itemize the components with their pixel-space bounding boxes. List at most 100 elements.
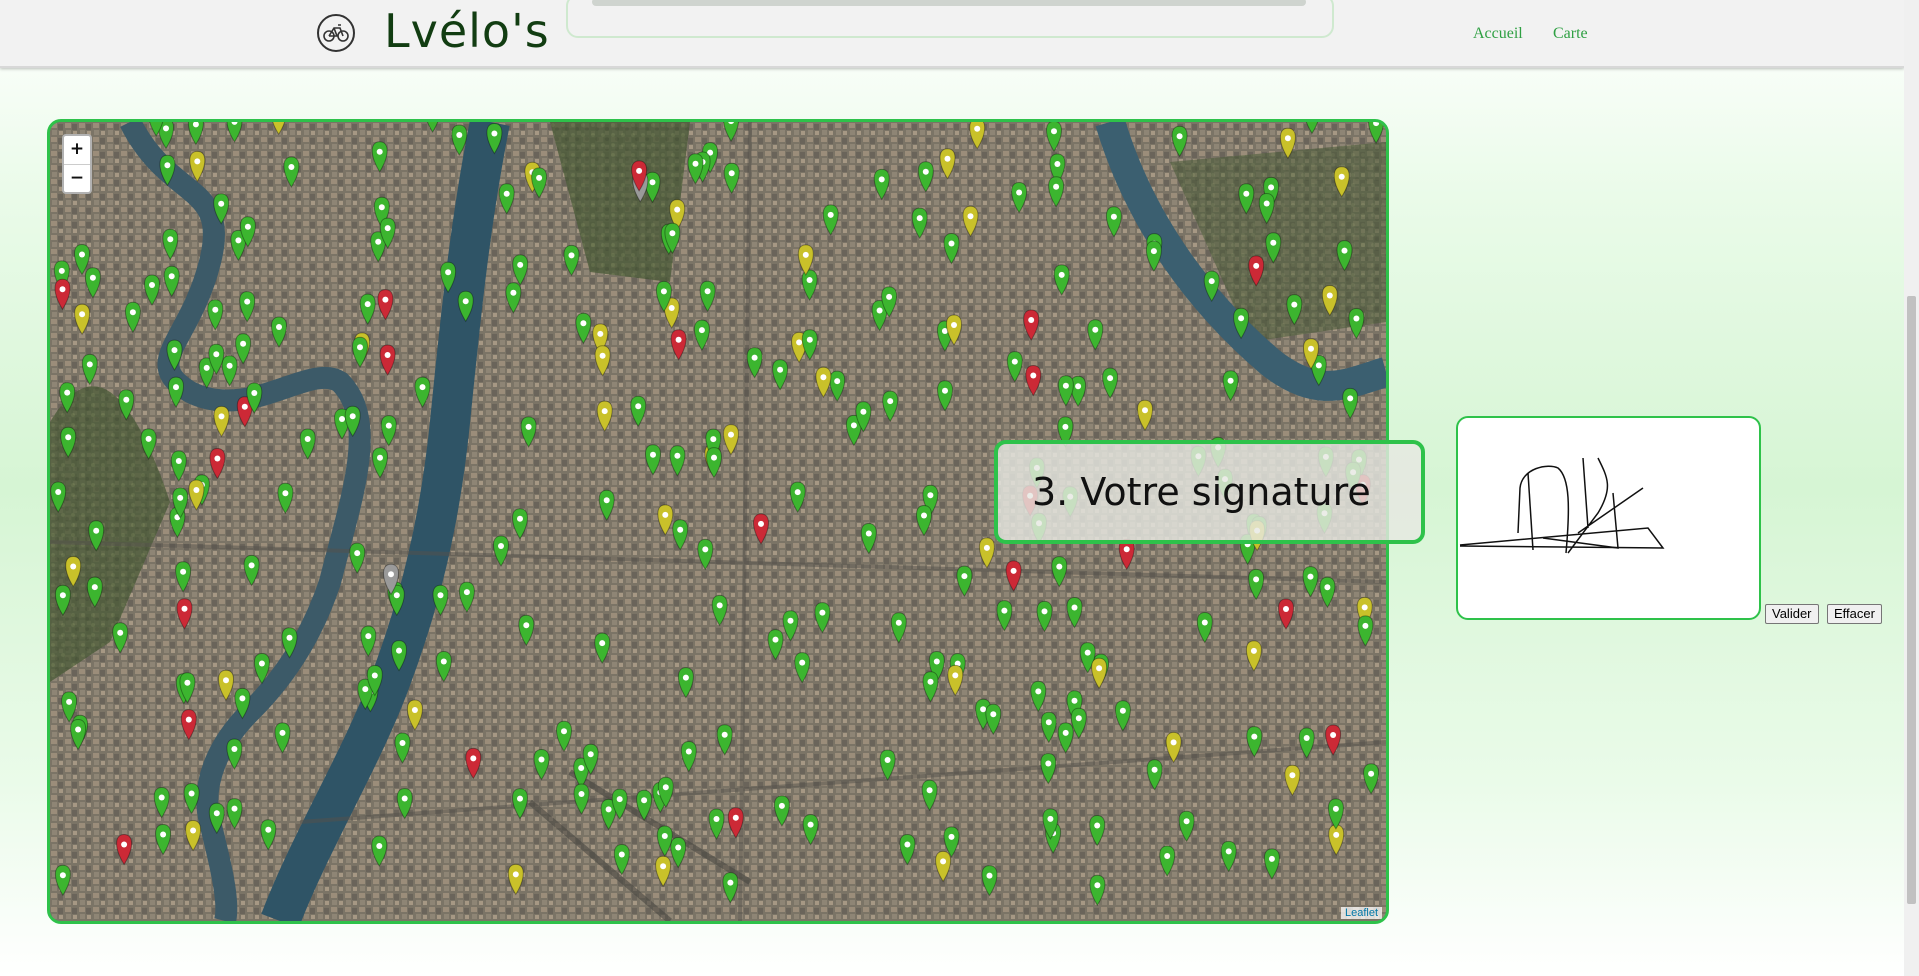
station-marker-icon[interactable]	[60, 426, 77, 459]
station-marker-icon[interactable]	[573, 783, 590, 815]
station-marker-icon[interactable]	[1040, 752, 1057, 785]
station-marker-icon[interactable]	[207, 299, 224, 331]
station-marker-icon[interactable]	[613, 843, 630, 876]
station-marker-icon[interactable]	[234, 687, 251, 720]
station-marker-icon[interactable]	[981, 865, 998, 897]
station-marker-icon[interactable]	[814, 602, 831, 634]
station-marker-icon[interactable]	[899, 833, 916, 866]
station-marker-icon[interactable]	[1171, 125, 1188, 158]
station-marker-icon[interactable]	[921, 779, 938, 812]
station-marker-icon[interactable]	[166, 339, 183, 372]
station-marker-icon[interactable]	[187, 122, 204, 146]
station-marker-icon[interactable]	[1220, 840, 1237, 873]
station-marker-icon[interactable]	[371, 835, 388, 867]
clear-button[interactable]: Effacer	[1827, 604, 1882, 624]
station-marker-icon[interactable]	[1263, 848, 1280, 880]
station-marker-icon[interactable]	[1222, 370, 1239, 402]
station-marker-icon[interactable]	[1246, 726, 1263, 758]
station-marker-icon[interactable]	[371, 141, 388, 173]
station-marker-icon[interactable]	[380, 415, 397, 447]
station-marker-icon[interactable]	[822, 204, 839, 236]
station-marker-icon[interactable]	[70, 718, 87, 751]
station-marker-icon[interactable]	[507, 863, 524, 896]
station-marker-icon[interactable]	[1203, 270, 1220, 303]
station-marker-icon[interactable]	[1319, 576, 1336, 609]
station-marker-icon[interactable]	[937, 380, 953, 412]
station-marker-icon[interactable]	[1368, 122, 1385, 145]
station-marker-icon[interactable]	[54, 864, 71, 897]
station-marker-icon[interactable]	[1051, 556, 1068, 588]
station-marker-icon[interactable]	[218, 669, 234, 702]
station-marker-icon[interactable]	[1258, 192, 1275, 225]
station-marker-icon[interactable]	[802, 814, 819, 846]
station-marker-icon[interactable]	[706, 447, 722, 479]
station-marker-icon[interactable]	[124, 301, 141, 334]
station-marker-icon[interactable]	[556, 720, 572, 753]
station-marker-icon[interactable]	[1302, 566, 1319, 598]
station-marker-icon[interactable]	[916, 504, 932, 537]
station-marker-icon[interactable]	[1265, 232, 1282, 264]
station-marker-icon[interactable]	[711, 594, 728, 627]
station-marker-icon[interactable]	[299, 428, 316, 460]
station-marker-icon[interactable]	[917, 161, 934, 193]
station-marker-icon[interactable]	[947, 664, 964, 697]
station-marker-icon[interactable]	[596, 400, 613, 433]
station-marker-icon[interactable]	[1336, 240, 1353, 272]
station-marker-icon[interactable]	[978, 537, 995, 569]
station-marker-icon[interactable]	[175, 561, 192, 593]
station-marker-icon[interactable]	[277, 482, 294, 515]
station-marker-icon[interactable]	[1089, 814, 1106, 847]
station-marker-icon[interactable]	[533, 748, 550, 781]
station-marker-icon[interactable]	[1145, 240, 1162, 273]
station-marker-icon[interactable]	[432, 584, 449, 617]
station-marker-icon[interactable]	[457, 290, 474, 323]
station-marker-icon[interactable]	[283, 156, 300, 188]
station-marker-icon[interactable]	[531, 167, 548, 199]
station-marker-icon[interactable]	[645, 444, 661, 476]
station-marker-icon[interactable]	[956, 565, 973, 598]
station-marker-icon[interactable]	[1023, 309, 1040, 341]
station-marker-icon[interactable]	[391, 640, 407, 672]
station-marker-icon[interactable]	[163, 265, 180, 298]
station-marker-icon[interactable]	[170, 450, 187, 482]
station-marker-icon[interactable]	[1238, 183, 1255, 215]
station-marker-icon[interactable]	[746, 347, 763, 379]
station-marker-icon[interactable]	[1279, 127, 1296, 160]
station-marker-icon[interactable]	[1159, 845, 1176, 877]
station-marker-icon[interactable]	[699, 280, 716, 313]
station-marker-icon[interactable]	[396, 787, 413, 820]
station-marker-icon[interactable]	[772, 359, 789, 391]
station-marker-icon[interactable]	[180, 709, 197, 741]
station-marker-icon[interactable]	[235, 333, 252, 365]
station-marker-icon[interactable]	[440, 261, 457, 294]
station-marker-icon[interactable]	[996, 600, 1013, 632]
station-marker-icon[interactable]	[655, 855, 672, 888]
station-marker-icon[interactable]	[873, 168, 890, 201]
station-marker-icon[interactable]	[349, 542, 366, 575]
station-marker-icon[interactable]	[1040, 711, 1057, 744]
station-marker-icon[interactable]	[88, 520, 105, 552]
station-marker-icon[interactable]	[209, 447, 226, 480]
station-marker-icon[interactable]	[1030, 680, 1047, 713]
station-marker-icon[interactable]	[1327, 798, 1344, 830]
station-marker-icon[interactable]	[451, 124, 468, 156]
station-marker-icon[interactable]	[253, 652, 270, 685]
station-marker-icon[interactable]	[116, 833, 133, 866]
station-marker-icon[interactable]	[1357, 615, 1374, 647]
station-marker-icon[interactable]	[360, 625, 377, 658]
station-marker-icon[interactable]	[54, 278, 71, 311]
station-marker-icon[interactable]	[1066, 596, 1083, 629]
station-marker-icon[interactable]	[226, 122, 243, 143]
station-marker-icon[interactable]	[575, 312, 592, 345]
station-marker-icon[interactable]	[598, 489, 615, 522]
station-marker-icon[interactable]	[118, 389, 135, 421]
station-marker-icon[interactable]	[723, 162, 740, 195]
station-marker-icon[interactable]	[185, 819, 202, 852]
signature-canvas[interactable]	[1456, 416, 1761, 620]
station-marker-icon[interactable]	[213, 193, 230, 225]
station-marker-icon[interactable]	[176, 598, 193, 630]
station-marker-icon[interactable]	[1298, 727, 1315, 759]
station-marker-icon[interactable]	[162, 228, 179, 261]
station-marker-icon[interactable]	[782, 610, 799, 642]
station-marker-icon[interactable]	[727, 807, 744, 839]
